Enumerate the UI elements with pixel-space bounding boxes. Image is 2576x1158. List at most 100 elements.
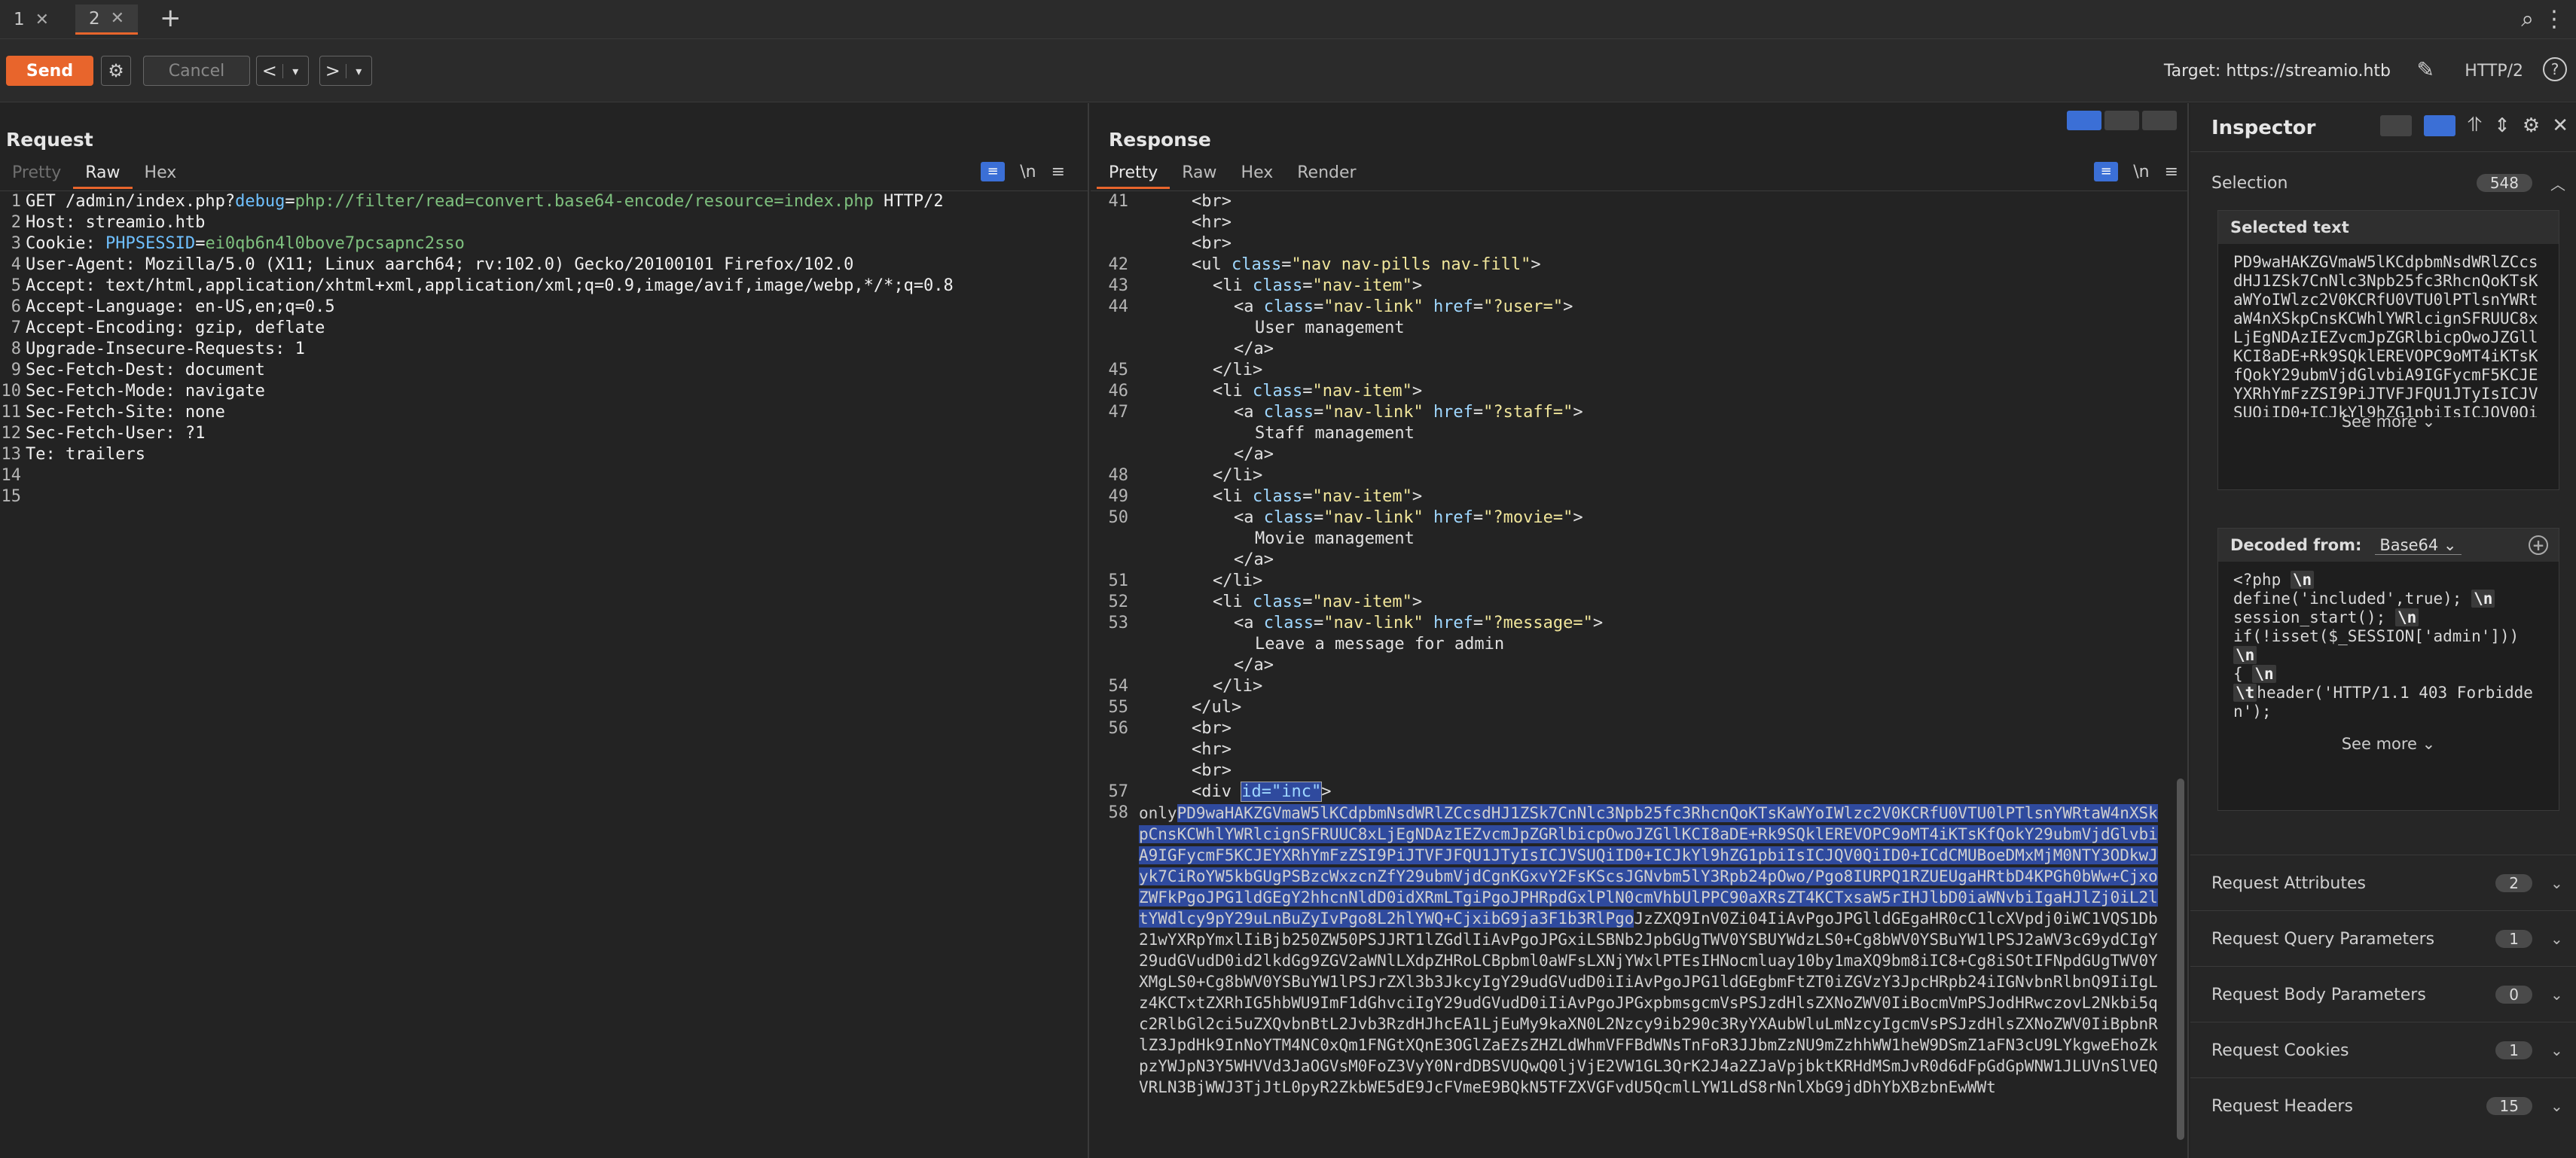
tab-hex[interactable]: Hex — [1229, 159, 1286, 189]
tab-raw[interactable]: Raw — [73, 159, 133, 189]
plus-icon[interactable]: + — [160, 3, 182, 33]
code-line[interactable]: <br> — [1091, 760, 2187, 782]
inspector-section-header[interactable]: Request Attributes 2 ⌄ — [2211, 868, 2565, 898]
code-line[interactable]: 47 <a class="nav-link" href="?staff="> — [1091, 402, 2187, 423]
send-button[interactable]: Send — [6, 56, 93, 86]
hamburger-menu-icon[interactable]: ≡ — [2165, 163, 2178, 181]
layout-stacked-icon[interactable] — [2104, 111, 2139, 130]
code-line[interactable]: 42 <ul class="nav nav-pills nav-fill"> — [1091, 254, 2187, 276]
code-line[interactable]: 49 <li class="nav-item"> — [1091, 486, 2187, 507]
code-line[interactable]: 8 Upgrade-Insecure-Requests: 1 — [0, 339, 1088, 360]
code-line[interactable]: 46 <li class="nav-item"> — [1091, 381, 2187, 402]
back-button[interactable]: < ▾ — [256, 56, 309, 86]
code-line[interactable]: </a> — [1091, 444, 2187, 465]
code-line[interactable]: 9 Sec-Fetch-Dest: document — [0, 360, 1088, 381]
code-line[interactable]: 2 Host: streamio.htb — [0, 212, 1088, 233]
code-line[interactable]: </a> — [1091, 550, 2187, 571]
code-line[interactable]: 10 Sec-Fetch-Mode: navigate — [0, 381, 1088, 402]
gear-icon[interactable]: ⚙ — [101, 56, 131, 86]
code-line[interactable]: 7 Accept-Encoding: gzip, deflate — [0, 318, 1088, 339]
layout-list-icon[interactable] — [2380, 114, 2413, 136]
code-line[interactable]: 45 </li> — [1091, 360, 2187, 381]
code-line[interactable]: 53 <a class="nav-link" href="?message="> — [1091, 613, 2187, 634]
code-line[interactable]: 54 </li> — [1091, 676, 2187, 697]
decoded-text[interactable]: <?php \n define('included',true); \n sessi… — [2218, 562, 2559, 742]
chevron-down-icon[interactable]: ⌄ — [2550, 930, 2565, 948]
code-line[interactable]: </a> — [1091, 339, 2187, 360]
layout-side-by-side-icon[interactable] — [2067, 111, 2101, 130]
code-line[interactable]: 6 Accept-Language: en-US,en;q=0.5 — [0, 297, 1088, 318]
code-line[interactable]: 13 Te: trailers — [0, 444, 1088, 465]
base64-payload[interactable]: onlyPD9waHAKZGVmaW5lKCdpbmNsdWRlZCcsdHJ1… — [1139, 803, 2165, 1098]
code-line[interactable]: User management — [1091, 318, 2187, 339]
tab-render[interactable]: Render — [1285, 159, 1368, 189]
help-icon[interactable]: ? — [2543, 57, 2567, 81]
plus-icon[interactable]: + — [2529, 535, 2548, 555]
vertical-scrollbar[interactable] — [2177, 779, 2184, 1140]
split-icon[interactable]: ⇕ — [2494, 114, 2510, 137]
code-line[interactable]: Staff management — [1091, 423, 2187, 444]
response-editor[interactable]: 41 <br> <hr> <br> 42 <ul class="nav nav-pills… — [1091, 190, 2187, 1158]
code-line[interactable]: 15 — [0, 486, 1088, 507]
code-line[interactable]: 56 <br> — [1091, 718, 2187, 739]
code-line[interactable]: 3 Cookie: PHPSESSID=ei0qb6n4l0bove7pcsapn… — [0, 233, 1088, 254]
kebab-menu-icon[interactable]: ⋮ — [2543, 6, 2565, 32]
code-line[interactable]: <br> — [1091, 233, 2187, 254]
code-line[interactable]: Movie management — [1091, 529, 2187, 550]
see-more-link[interactable]: See more ⌄ — [2218, 413, 2559, 431]
code-line[interactable]: 43 <li class="nav-item"> — [1091, 276, 2187, 297]
code-line[interactable]: 41 <br> — [1091, 191, 2187, 212]
newline-toggle-icon[interactable]: \n — [1020, 163, 1036, 181]
code-line[interactable]: 1 GET /admin/index.php?debug=php://filter… — [0, 191, 1088, 212]
wrap-lines-icon[interactable]: ≡ — [981, 162, 1006, 181]
forward-button[interactable]: > ▾ — [319, 56, 372, 86]
align-top-icon[interactable]: ⥣ — [2468, 114, 2482, 137]
wrap-lines-icon[interactable]: ≡ — [2094, 162, 2119, 181]
code-line[interactable]: 14 — [0, 465, 1088, 486]
inspector-section-header[interactable]: Request Query Parameters 1 ⌄ — [2211, 924, 2565, 954]
chevron-down-icon[interactable]: ▾ — [282, 63, 309, 78]
chevron-down-icon[interactable]: ⌄ — [2550, 1041, 2565, 1059]
code-line[interactable]: 50 <a class="nav-link" href="?movie="> — [1091, 507, 2187, 529]
chevron-down-icon[interactable]: ▾ — [345, 63, 372, 78]
tab-raw[interactable]: Raw — [1170, 159, 1228, 189]
newline-toggle-icon[interactable]: \n — [2133, 163, 2149, 181]
tab-pretty[interactable]: Pretty — [0, 159, 73, 189]
chevron-down-icon[interactable]: ⌄ — [2550, 874, 2565, 892]
code-line[interactable]: 57 <div id="inc"> — [1091, 782, 2187, 803]
code-line[interactable]: <hr> — [1091, 212, 2187, 233]
request-editor[interactable]: 1 GET /admin/index.php?debug=php://filter… — [0, 190, 1088, 1158]
cancel-button[interactable]: Cancel — [143, 56, 250, 86]
tab-pretty[interactable]: Pretty — [1097, 159, 1170, 189]
hamburger-menu-icon[interactable]: ≡ — [1051, 163, 1065, 181]
layout-panel-icon[interactable] — [2424, 114, 2456, 136]
code-line[interactable]: 4 User-Agent: Mozilla/5.0 (X11; Linux aar… — [0, 254, 1088, 276]
close-icon[interactable]: ✕ — [111, 9, 124, 28]
code-line[interactable]: <hr> — [1091, 739, 2187, 760]
tab-1[interactable]: 1 ✕ — [0, 5, 63, 35]
layout-tabs-icon[interactable] — [2142, 111, 2177, 130]
code-line[interactable]: 11 Sec-Fetch-Site: none — [0, 402, 1088, 423]
inspector-section-header[interactable]: Request Cookies 1 ⌄ — [2211, 1035, 2565, 1065]
inspector-section-header[interactable]: Request Body Parameters 0 ⌄ — [2211, 980, 2565, 1010]
code-line[interactable]: 44 <a class="nav-link" href="?user="> — [1091, 297, 2187, 318]
search-icon[interactable]: ⌕ — [2521, 6, 2534, 32]
code-line[interactable]: 48 </li> — [1091, 465, 2187, 486]
gear-icon[interactable]: ⚙ — [2523, 114, 2540, 137]
code-line[interactable]: 55 </ul> — [1091, 697, 2187, 718]
close-icon[interactable]: ✕ — [2552, 114, 2568, 137]
selection-section-header[interactable]: Selection 548 ︿ — [2211, 168, 2565, 198]
code-line[interactable]: </a> — [1091, 655, 2187, 676]
selected-text[interactable]: PD9waHAKZGVmaW5lKCdpbmNsdWRlZCcsdHJ1ZSk7… — [2218, 244, 2559, 417]
chevron-up-icon[interactable]: ︿ — [2550, 172, 2565, 194]
tab-2[interactable]: 2 ✕ — [75, 5, 139, 35]
see-more-link[interactable]: See more ⌄ — [2218, 735, 2559, 753]
close-icon[interactable]: ✕ — [35, 11, 49, 29]
pencil-icon[interactable]: ✎ — [2417, 57, 2434, 82]
code-line[interactable]: 5 Accept: text/html,application/xhtml+xml… — [0, 276, 1088, 297]
tab-hex[interactable]: Hex — [133, 159, 189, 189]
http-version[interactable]: HTTP/2 — [2465, 62, 2523, 81]
inspector-section-header[interactable]: Request Headers 15 ⌄ — [2211, 1091, 2565, 1121]
code-line[interactable]: Leave a message for admin — [1091, 634, 2187, 655]
decoder-select[interactable]: Base64 ⌄ — [2375, 536, 2462, 555]
